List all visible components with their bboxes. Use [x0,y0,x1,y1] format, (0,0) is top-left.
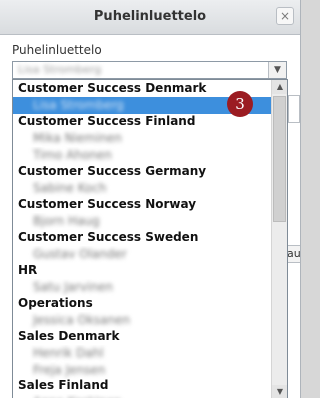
select-value: Lisa Stromberg [18,63,102,76]
list-item[interactable]: Mika Nieminen [13,130,287,147]
contact-name: Satu Jarvinen [33,280,113,294]
close-icon: × [279,9,291,23]
phonebook-select[interactable]: Lisa Stromberg ▼ [12,61,287,79]
close-button[interactable]: × [276,7,294,25]
group-label: Customer Success Finland [18,114,196,128]
group-header[interactable]: Customer Success Norway [13,196,275,213]
list-item[interactable]: Henrik Dahl [13,345,287,362]
contact-name: Sabine Koch [33,181,107,195]
phonebook-dropdown-list[interactable]: Anna Koskinen Sales FinlandFreja Jensen He… [12,79,288,398]
group-header[interactable]: Customer Success Sweden [13,229,275,246]
contact-name: Henrik Dahl [33,346,104,360]
contact-name: Gustav Olander [33,247,127,261]
contact-name: Timo Ahonen [33,148,112,162]
dialog-title: Puhelinluettelo [93,9,207,24]
group-label: Customer Success Norway [18,197,197,211]
list-item[interactable]: Anna Koskinen [13,394,287,398]
group-label: Sales Denmark [18,329,120,343]
group-label: HR [18,263,38,277]
step-badge: 3 [227,91,253,117]
list-item[interactable]: Bjorn Haug [13,213,287,230]
list-item[interactable]: Sabine Koch [13,180,287,197]
group-label: Operations [18,296,93,310]
phonebook-dialog: Puhelinluettelo × Puhelinluettelo Lisa S… [0,0,301,398]
contact-name: Jessica Oksanen [33,313,131,327]
background-field [288,95,300,123]
dialog-titlebar: Puhelinluettelo × [0,0,300,35]
list-item[interactable]: Timo Ahonen [13,147,287,164]
group-label: Sales Finland [18,378,109,392]
chevron-down-icon[interactable]: ▼ [268,62,286,78]
background-button: aus [286,245,300,263]
dropdown-scrollbar[interactable]: ▲ ▼ [271,80,287,398]
contact-name: Mika Nieminen [33,131,122,145]
scroll-up-arrow-icon[interactable]: ▲ [272,80,287,94]
scroll-thumb[interactable] [273,96,286,222]
group-header[interactable]: Sales Denmark [13,328,275,345]
group-label: Customer Success Sweden [18,230,199,244]
list-item[interactable]: Satu Jarvinen [13,279,287,296]
group-header[interactable]: Operations [13,295,275,312]
list-item[interactable]: Gustav Olander [13,246,287,263]
contact-name: Bjorn Haug [33,214,100,228]
scroll-down-arrow-icon[interactable]: ▼ [272,385,287,398]
list-item[interactable]: Jessica Oksanen [13,312,287,329]
list-item[interactable]: Freja Jensen [13,362,287,379]
group-label: Customer Success Germany [18,164,207,178]
phonebook-label: Puhelinluettelo [12,43,102,57]
group-label: Customer Success Denmark [18,81,207,95]
group-header[interactable]: HR [13,262,275,279]
contact-name: Freja Jensen [33,363,106,377]
group-header[interactable]: Customer Success Germany [13,163,275,180]
group-header[interactable]: Sales Finland [13,377,275,394]
contact-name: Lisa Stromberg [33,98,124,112]
